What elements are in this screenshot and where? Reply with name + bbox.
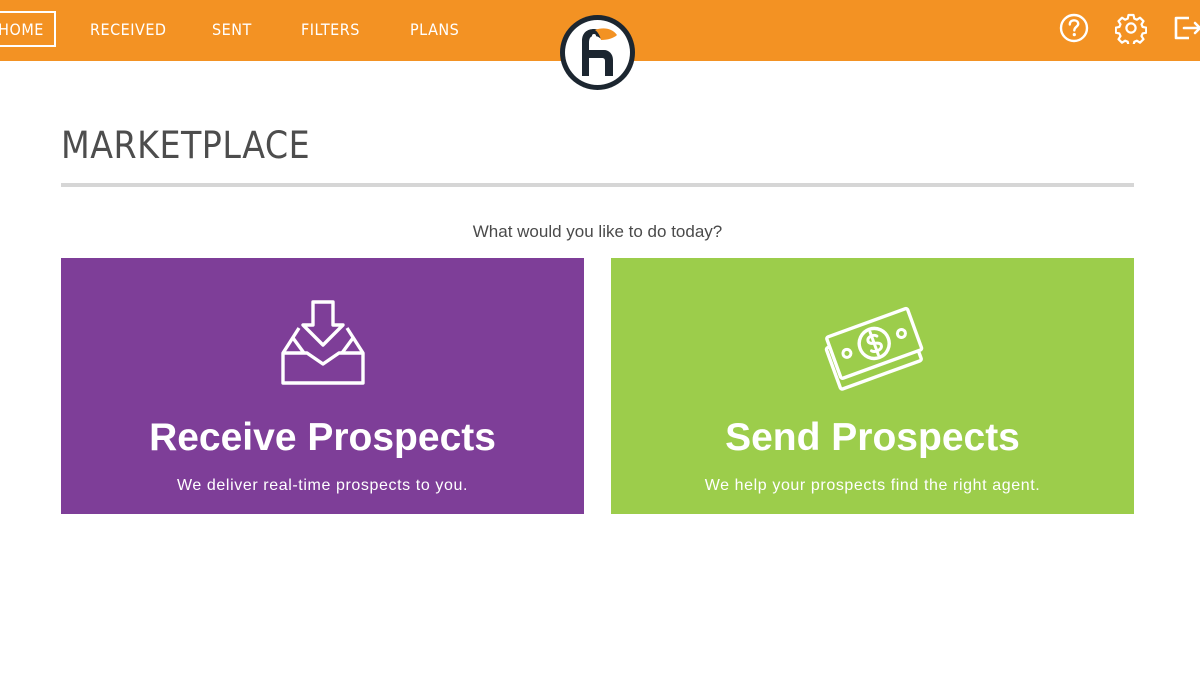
money-bills-icon: [824, 306, 923, 391]
nav-sent[interactable]: SENT: [212, 11, 252, 47]
toucan-logo-icon[interactable]: [559, 14, 636, 91]
inbox-download-icon: [280, 300, 365, 385]
receive-prospects-card[interactable]: Receive Prospects We deliver real-time p…: [61, 258, 584, 514]
send-card-subtitle: We help your prospects find the right ag…: [704, 477, 1041, 494]
gear-icon[interactable]: [1115, 12, 1147, 44]
logout-icon[interactable]: [1172, 12, 1200, 44]
title-divider: [61, 183, 1134, 187]
send-prospects-card[interactable]: Send Prospects We help your prospects fi…: [611, 258, 1134, 514]
receive-card-subtitle: We deliver real-time prospects to you.: [176, 477, 469, 494]
receive-card-title: Receive Prospects: [149, 416, 496, 459]
page-title: MARKETPLACE: [61, 124, 311, 167]
action-prompt: What would you like to do today?: [472, 222, 723, 241]
help-circle-icon[interactable]: [1058, 12, 1090, 44]
nav-home[interactable]: HOME: [0, 11, 56, 47]
nav-filters[interactable]: FILTERS: [301, 11, 360, 47]
nav-received[interactable]: RECEIVED: [90, 11, 167, 47]
nav-plans[interactable]: PLANS: [410, 11, 459, 47]
send-card-title: Send Prospects: [725, 416, 1020, 459]
